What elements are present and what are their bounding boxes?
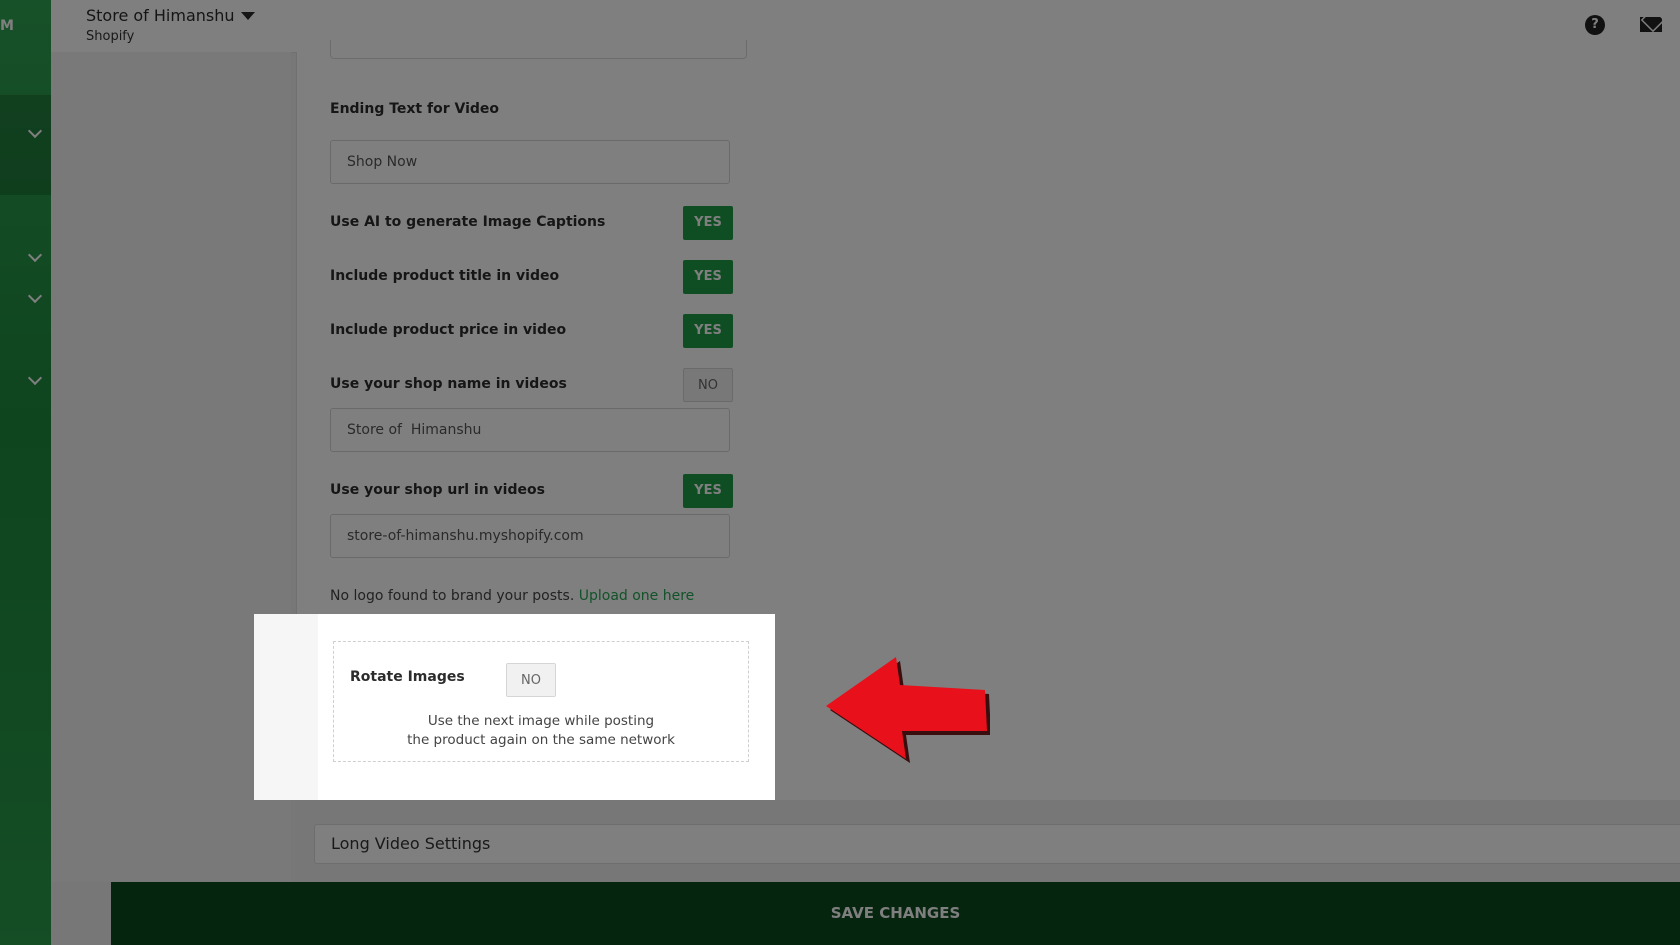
red-arrow-icon [826, 657, 990, 763]
chevron-down-icon[interactable] [27, 288, 43, 304]
rotate-images-description: Use the next image while posting the pro… [334, 712, 748, 750]
shop-name-toggle[interactable]: NO [683, 368, 733, 402]
chevron-down-icon[interactable] [27, 247, 43, 263]
rotate-images-toggle[interactable]: NO [506, 663, 556, 697]
shop-name-input[interactable] [330, 408, 730, 452]
ending-text-input[interactable] [330, 140, 730, 184]
long-video-settings-section[interactable]: Long Video Settings [314, 824, 1680, 864]
sidebar: M [0, 0, 51, 945]
long-video-settings-label: Long Video Settings [331, 834, 491, 853]
rotate-images-spotlight: Rotate Images NO Use the next image whil… [254, 614, 775, 800]
rotate-images-label: Rotate Images [350, 669, 465, 685]
chevron-down-icon[interactable] [27, 370, 43, 386]
sidebar-active-section [0, 95, 51, 195]
upload-logo-link[interactable]: Upload one here [579, 588, 695, 604]
ending-text-label: Ending Text for Video [330, 101, 500, 117]
shop-url-label: Use your shop url in videos [330, 482, 545, 498]
help-icon[interactable]: ? [1585, 15, 1605, 35]
ai-captions-label: Use AI to generate Image Captions [330, 214, 606, 230]
sidebar-logo-fragment: M [0, 18, 14, 34]
store-name[interactable]: Store of Himanshu [86, 6, 235, 25]
product-title-toggle[interactable]: YES [683, 260, 733, 294]
no-logo-notice: No logo found to brand your posts. Uploa… [330, 588, 694, 604]
store-platform: Shopify [86, 29, 135, 44]
shop-url-toggle[interactable]: YES [683, 474, 733, 508]
mail-icon[interactable] [1640, 17, 1662, 32]
ai-captions-toggle[interactable]: YES [683, 206, 733, 240]
previous-input-field[interactable] [330, 40, 747, 59]
product-title-label: Include product title in video [330, 268, 560, 284]
product-price-label: Include product price in video [330, 322, 567, 338]
rotate-images-box: Rotate Images NO Use the next image whil… [333, 641, 749, 762]
spotlight-gutter [254, 614, 318, 800]
no-logo-text: No logo found to brand your posts. [330, 588, 575, 604]
product-price-toggle[interactable]: YES [683, 314, 733, 348]
shop-url-input[interactable] [330, 514, 730, 558]
shop-name-label: Use your shop name in videos [330, 376, 567, 392]
save-changes-button[interactable]: SAVE CHANGES [111, 882, 1680, 945]
rotate-desc-line-2: the product again on the same network [407, 732, 675, 748]
top-bar: Store of Himanshu Shopify ? [51, 0, 1680, 53]
save-changes-label: SAVE CHANGES [830, 904, 961, 922]
caret-down-icon[interactable] [241, 12, 255, 20]
rotate-desc-line-1: Use the next image while posting [427, 713, 655, 729]
